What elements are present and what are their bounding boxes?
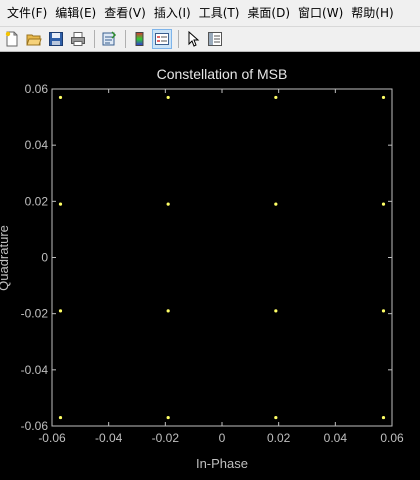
- menu-tools[interactable]: 工具(T): [195, 0, 244, 26]
- constellation-chart: Constellation of MSB -0.06 -0.04 -0.02 0 0.0…: [0, 66, 404, 471]
- menu-insert[interactable]: 插入(I): [150, 0, 195, 26]
- y-tick-label: 0.06: [25, 82, 49, 96]
- y-tick-label: -0.04: [21, 363, 49, 377]
- figure-canvas: Constellation of MSB -0.06 -0.04 -0.02 0 0.0…: [0, 52, 420, 475]
- toolbar: [0, 26, 420, 52]
- menu-desktop[interactable]: 桌面(D): [243, 0, 294, 26]
- constellation-point: [58, 309, 63, 313]
- constellation-point: [381, 95, 386, 100]
- x-tick-label: 0.06: [380, 431, 404, 445]
- chart-title: Constellation of MSB: [157, 66, 288, 82]
- constellation-point: [166, 95, 170, 100]
- x-tick-label: -0.04: [95, 431, 123, 445]
- menu-bar: 文件(F) 编辑(E) 查看(V) 插入(I) 工具(T) 桌面(D) 窗口(W…: [0, 0, 420, 26]
- y-tick-label: 0: [41, 251, 48, 265]
- constellation-point: [166, 415, 170, 420]
- toolbar-separator: [125, 30, 126, 48]
- toolbar-separator: [94, 30, 95, 48]
- y-tick-label: -0.06: [21, 419, 49, 433]
- pointer-icon[interactable]: [183, 29, 203, 49]
- menu-file[interactable]: 文件(F): [3, 0, 51, 26]
- constellation-point: [274, 95, 278, 100]
- open-folder-icon[interactable]: [24, 29, 44, 49]
- print-icon[interactable]: [68, 29, 88, 49]
- plot-area-frame: [51, 88, 393, 427]
- menu-edit[interactable]: 编辑(E): [51, 0, 100, 26]
- constellation-point: [58, 202, 63, 206]
- y-tick-label: -0.02: [21, 307, 49, 321]
- x-tick-label: 0.02: [267, 431, 291, 445]
- x-tick-label: 0: [219, 431, 226, 445]
- constellation-point: [274, 309, 278, 313]
- legend-icon[interactable]: [152, 29, 172, 49]
- link-plot-icon[interactable]: [99, 29, 119, 49]
- constellation-point: [381, 415, 386, 420]
- constellation-point: [166, 202, 170, 206]
- constellation-point: [58, 415, 63, 420]
- constellation-point: [274, 202, 278, 206]
- y-tick-label: 0.02: [25, 194, 49, 208]
- constellation-point: [381, 202, 386, 206]
- y-axis-label: Quadrature: [0, 225, 11, 291]
- toolbar-separator: [178, 30, 179, 48]
- constellation-point: [58, 95, 63, 100]
- menu-view[interactable]: 查看(V): [100, 0, 150, 26]
- x-tick-label: -0.02: [152, 431, 180, 445]
- menu-help[interactable]: 帮助(H): [347, 0, 397, 26]
- save-icon[interactable]: [46, 29, 66, 49]
- x-axis-label: In-Phase: [196, 456, 248, 471]
- new-figure-icon[interactable]: [2, 29, 22, 49]
- property-editor-icon[interactable]: [205, 29, 225, 49]
- y-tick-label: 0.04: [25, 138, 49, 152]
- constellation-point: [381, 309, 386, 313]
- constellation-point: [166, 309, 170, 313]
- menu-window[interactable]: 窗口(W): [294, 0, 347, 26]
- x-tick-label: -0.06: [38, 431, 66, 445]
- colorbar-icon[interactable]: [130, 29, 150, 49]
- constellation-point: [274, 415, 278, 420]
- x-tick-label: 0.04: [324, 431, 348, 445]
